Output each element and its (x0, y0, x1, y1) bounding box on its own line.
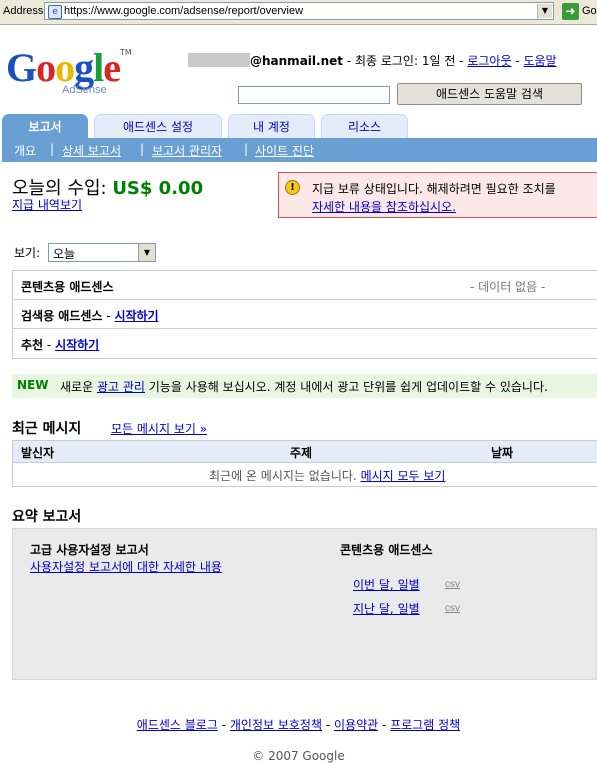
product-row: 검색용 애드센스 - 시작하기 (13, 300, 597, 329)
ad-management-link[interactable]: 광고 관리 (97, 380, 145, 394)
new-feature-text: 새로운 광고 관리 기능을 사용해 보십시오. 계정 내에서 광고 단위를 쉽게… (60, 380, 548, 394)
go-arrow-icon[interactable]: ➜ (562, 3, 579, 20)
subnav-advanced-reports[interactable]: 상세 보고서 (62, 142, 121, 159)
logout-link[interactable]: 로그아웃 (467, 54, 511, 68)
help-search-button[interactable]: 애드센스 도움말 검색 (397, 83, 582, 105)
account-email: @hanmail.net (250, 54, 343, 68)
this-month-csv-link[interactable]: csv (445, 579, 460, 590)
column-sender: 발신자 (21, 446, 55, 460)
footer-blog-link[interactable]: 애드센스 블로그 (137, 718, 218, 732)
report-subnav: 개요 | 상세 보고서 | 보고서 관리자 | 사이트 진단 (2, 138, 597, 162)
payment-hold-alert: ! 지급 보류 상태입니다. 해제하려면 필요한 조치를 자세한 내용을 참조하… (278, 172, 597, 218)
browser-address-bar: Address e https://www.google.com/adsense… (0, 0, 597, 25)
page-favicon-icon: e (48, 5, 62, 19)
help-search-input[interactable] (238, 86, 390, 104)
recent-messages-title: 최근 메시지 (12, 421, 82, 437)
messages-table-header: 발신자 주제 날짜 (13, 441, 597, 463)
copyright: © 2007 Google (252, 749, 345, 763)
logo-adsense-subtitle: AdSense (62, 84, 107, 96)
tab-my-account[interactable]: 내 계정 (228, 114, 315, 138)
no-messages-text: 최근에 온 메시지는 없습니다. (209, 469, 361, 483)
footer-terms-link[interactable]: 이용약관 (334, 718, 378, 732)
view-period-select[interactable]: 오늘 ▼ (48, 243, 156, 262)
alert-details-link[interactable]: 자세한 내용을 참조하십시오. (312, 198, 456, 215)
footer-links: 애드센스 블로그 - 개인정보 보호정책 - 이용약관 - 프로그램 정책 (136, 718, 461, 732)
new-feature-banner: NEW 새로운 광고 관리 기능을 사용해 보십시오. 계정 내에서 광고 단위… (12, 374, 597, 398)
content-adsense-title: 콘텐츠용 애드센스 (340, 543, 433, 557)
address-input[interactable]: e https://www.google.com/adsense/report/… (44, 2, 554, 20)
subnav-overview[interactable]: 개요 (14, 142, 36, 159)
product-summary-table: 콘텐츠용 애드센스 - 데이터 없음 - 검색용 애드센스 - 시작하기 추천 … (12, 270, 597, 359)
footer-privacy-link[interactable]: 개인정보 보호정책 (230, 718, 322, 732)
address-label: Address (3, 5, 44, 17)
subnav-site-diagnostics[interactable]: 사이트 진단 (255, 142, 314, 159)
messages-empty-row: 최근에 온 메시지는 없습니다. 메시지 모두 보기 (13, 463, 597, 486)
search-get-started-link[interactable]: 시작하기 (114, 309, 158, 323)
warning-icon: ! (285, 180, 300, 195)
summary-reports-title: 요약 보고서 (12, 509, 82, 525)
tab-reports[interactable]: 보고서 (2, 114, 88, 138)
subnav-report-manager[interactable]: 보고서 관리자 (152, 142, 222, 159)
this-month-daily-link[interactable]: 이번 달, 일별 (353, 576, 420, 593)
no-data-text: - 데이터 없음 - (470, 280, 546, 294)
column-subject: 주제 (290, 446, 313, 460)
product-row: 콘텐츠용 애드센스 - 데이터 없음 - (13, 271, 597, 300)
product-search-name: 검색용 애드센스 (21, 309, 103, 323)
view-selected-value: 오늘 (53, 247, 76, 261)
redacted-username (188, 53, 250, 67)
earnings-value: US$ 0.00 (112, 178, 204, 199)
summary-reports-box: 고급 사용자설정 보고서 사용자설정 보고서에 대한 자세한 내용 콘텐츠용 애… (12, 528, 597, 680)
footer-program-policies-link[interactable]: 프로그램 정책 (390, 718, 460, 732)
advanced-reports-info-link[interactable]: 사용자설정 보고서에 대한 자세한 내용 (30, 558, 222, 575)
view-label: 보기: (14, 246, 41, 260)
address-url[interactable]: https://www.google.com/adsense/report/ov… (64, 5, 303, 17)
alert-text: 지급 보류 상태입니다. 해제하려면 필요한 조치를 (312, 182, 556, 196)
product-content-name: 콘텐츠용 애드센스 (21, 280, 114, 294)
messages-table: 발신자 주제 날짜 최근에 온 메시지는 없습니다. 메시지 모두 보기 (12, 440, 597, 487)
payment-history-link[interactable]: 지급 내역보기 (12, 196, 82, 213)
referrals-get-started-link[interactable]: 시작하기 (55, 338, 99, 352)
last-month-daily-link[interactable]: 지난 달, 일별 (353, 600, 420, 617)
go-button-label[interactable]: Go (582, 5, 597, 17)
product-row: 추천 - 시작하기 (21, 338, 100, 352)
google-adsense-logo[interactable]: GoogleTM AdSense (6, 48, 132, 97)
select-dropdown-icon[interactable]: ▼ (138, 244, 155, 261)
advanced-reports-title: 고급 사용자설정 보고서 (30, 543, 149, 557)
help-link[interactable]: 도움말 (523, 54, 556, 68)
view-all-messages-inline-link[interactable]: 메시지 모두 보기 (361, 469, 446, 483)
tab-resources[interactable]: 리소스 (321, 114, 408, 138)
last-login-text: - 최종 로그인: 1일 전 - (343, 54, 468, 68)
tab-adsense-setup[interactable]: 애드센스 설정 (94, 114, 222, 138)
view-all-messages-link[interactable]: 모든 메시지 보기 » (111, 420, 207, 437)
new-badge: NEW (17, 378, 49, 392)
account-info: @hanmail.net - 최종 로그인: 1일 전 - 로그아웃 - 도움말 (188, 52, 557, 69)
main-tabs: 보고서 애드센스 설정 내 계정 리소스 (0, 114, 597, 138)
column-date: 날짜 (491, 446, 514, 460)
address-dropdown-icon[interactable]: ▼ (537, 4, 552, 18)
product-referrals-name: 추천 (21, 338, 44, 352)
last-month-csv-link[interactable]: csv (445, 603, 460, 614)
